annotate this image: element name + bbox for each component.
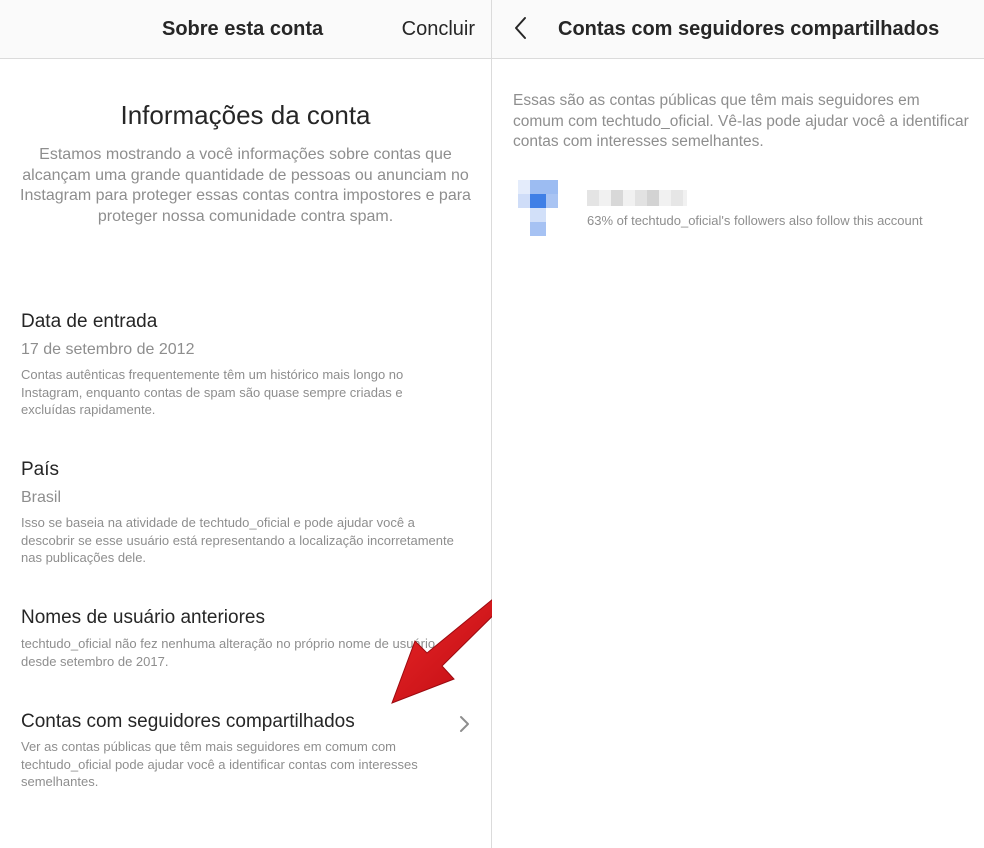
shared-followers-description: Essas são as contas públicas que têm mai… (513, 92, 969, 150)
username-placeholder (587, 190, 687, 206)
navigation-bar: Sobre esta conta Concluir (0, 0, 491, 59)
country-value: Brasil (21, 489, 62, 506)
page-heading: Informações da conta (120, 100, 371, 130)
shared-followers-stat: 63% of techtudo_oficial's followers also… (587, 213, 923, 228)
intro-text: Estamos mostrando a você informações sob… (20, 146, 471, 225)
avatar (512, 178, 568, 238)
navigation-bar: Contas com seguidores compartilhados (492, 0, 984, 59)
date-joined-section: Data de entrada 17 de setembro de 2012 C… (21, 310, 461, 419)
list-item[interactable]: 63% of techtudo_oficial's followers also… (512, 178, 964, 248)
shared-followers-description: Ver as contas públicas que têm mais segu… (21, 739, 418, 789)
country-title: País (21, 459, 60, 480)
nav-title: Sobre esta conta (162, 18, 324, 40)
date-joined-value: 17 de setembro de 2012 (21, 341, 195, 358)
date-joined-title: Data de entrada (21, 311, 158, 332)
nav-title: Contas com seguidores compartilhados (558, 18, 940, 40)
chevron-left-icon[interactable] (506, 12, 540, 46)
done-button[interactable]: Concluir (402, 0, 475, 58)
country-section: País Brasil Isso se baseia na atividade … (21, 458, 461, 567)
country-description: Isso se baseia na atividade de techtudo_… (21, 515, 454, 565)
shared-followers-panel: Contas com seguidores compartilhados Ess… (492, 0, 984, 848)
date-joined-description: Contas autênticas frequentemente têm um … (21, 367, 404, 417)
